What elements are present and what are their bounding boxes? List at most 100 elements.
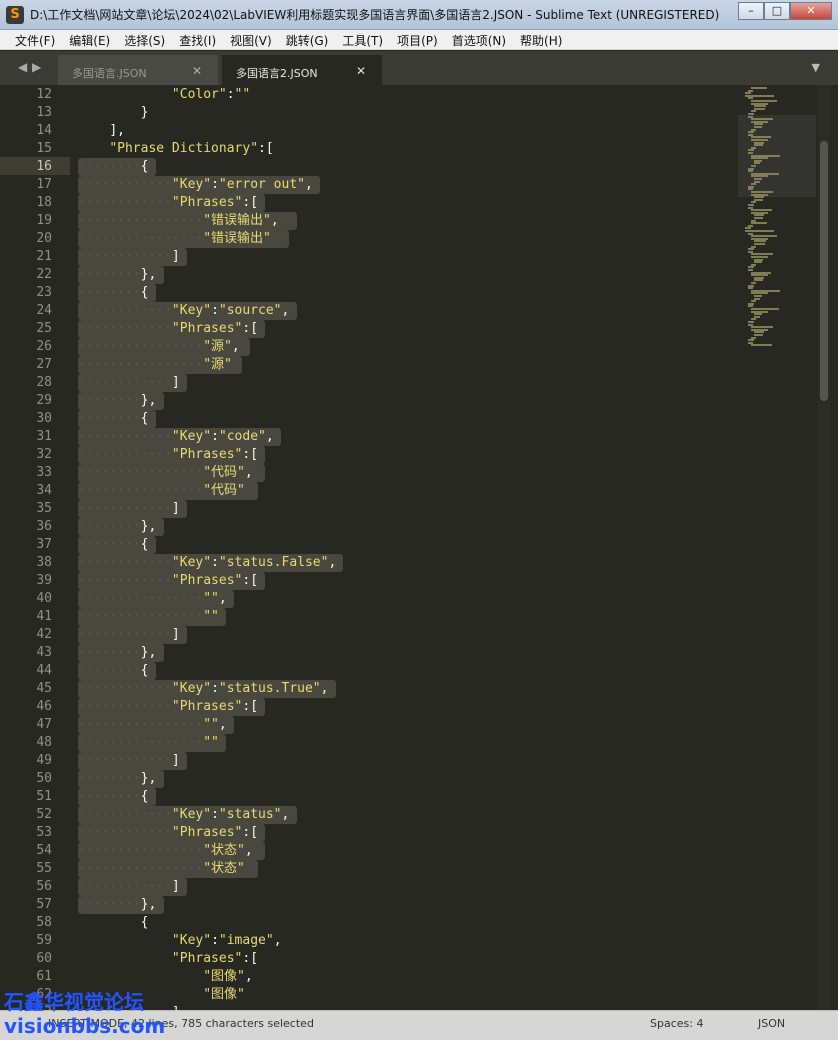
line-number: 21 [36, 249, 52, 264]
code-line[interactable]: "Phrases":[ [78, 950, 258, 968]
editor-area[interactable]: 12 13 14 15 16 17 18 19 20 21 22 23 24 25 26 27 28 29 30 31… [0, 85, 838, 1010]
code-line[interactable]: ········{ [78, 536, 148, 554]
punctuation-token: , [273, 933, 282, 948]
code-line[interactable]: ················"代码" [78, 482, 245, 500]
code-line[interactable]: ················"", [78, 590, 227, 608]
code-line[interactable]: ········{ [78, 788, 148, 806]
code-line[interactable]: ········}, [78, 392, 156, 410]
menu-item[interactable]: 视图(V) [223, 30, 279, 49]
syntax-selector[interactable]: JSON [758, 1017, 785, 1030]
line-number: 42 [36, 627, 52, 642]
code-line[interactable]: ········{ [78, 662, 148, 680]
minimap-line [751, 344, 772, 347]
code-line[interactable]: ················"", [78, 716, 227, 734]
code-line[interactable]: ········{ [78, 158, 148, 176]
code-line[interactable]: ········{ [78, 410, 148, 428]
menu-item[interactable]: 项目(P) [390, 30, 445, 49]
tab-close-icon[interactable]: ✕ [356, 64, 366, 78]
code-line[interactable]: ················"错误输出" [78, 230, 271, 248]
vertical-scrollbar[interactable] [818, 85, 830, 1010]
code-line[interactable]: ················"状态", [78, 842, 253, 860]
punctuation-token: }, [140, 897, 157, 912]
code-line[interactable]: ············] [78, 374, 180, 392]
code-line[interactable]: ············] [78, 878, 180, 896]
code-line[interactable]: { [78, 914, 149, 932]
maximize-icon[interactable]: □ [764, 2, 790, 20]
tab-prev-icon[interactable]: ◀ [18, 60, 27, 74]
indent-whitespace: ············ [78, 177, 172, 192]
code-line[interactable]: ········}, [78, 644, 156, 662]
code-line[interactable]: ················"源", [78, 338, 240, 356]
code-line[interactable]: ············] [78, 752, 180, 770]
string-token: "源" [203, 357, 232, 372]
punctuation-token: : [211, 681, 219, 696]
line-number: 45 [36, 681, 52, 696]
code-line[interactable]: ········}, [78, 518, 156, 536]
tab-multilang2-json[interactable]: 多国语言2.JSON ✕ [222, 55, 382, 85]
minimize-icon[interactable]: – [738, 2, 764, 20]
code-line[interactable]: "Phrase Dictionary":[ [78, 140, 273, 158]
code-line[interactable]: ············"Phrases":[ [78, 320, 258, 338]
code-line[interactable]: ················"" [78, 734, 219, 752]
code-line[interactable]: ············"Phrases":[ [78, 446, 258, 464]
menu-item[interactable]: 首选项(N) [445, 30, 513, 49]
menu-item[interactable]: 编辑(E) [62, 30, 117, 49]
menu-item[interactable]: 文件(F) [8, 30, 62, 49]
indent-whitespace: ················ [78, 213, 204, 228]
code-line[interactable]: "图像", [78, 968, 252, 986]
menu-item[interactable]: 跳转(G) [279, 30, 336, 49]
code-line[interactable]: ············"Key":"code", [78, 428, 274, 446]
menu-item[interactable]: 选择(S) [117, 30, 172, 49]
code-line[interactable]: ············] [78, 500, 180, 518]
string-token: "Color" [171, 87, 227, 102]
code-line[interactable]: ············"Key":"status.False", [78, 554, 336, 572]
menu-item[interactable]: 查找(I) [172, 30, 223, 49]
tab-list-dropdown-icon[interactable]: ▼ [812, 61, 820, 74]
code-line[interactable]: ············"Phrases":[ [78, 572, 258, 590]
code-line[interactable]: ················"代码", [78, 464, 253, 482]
code-line[interactable]: "Color":"" [78, 86, 250, 104]
watermark-url: visionbbs.com [4, 1014, 166, 1038]
close-window-icon[interactable]: ✕ [790, 2, 832, 20]
minimap[interactable] [738, 85, 816, 365]
code-line[interactable]: ············"Key":"status.True", [78, 680, 328, 698]
punctuation-token: :[ [242, 951, 259, 966]
code-line[interactable]: ············] [78, 626, 180, 644]
code-line[interactable]: ················"" [78, 608, 219, 626]
code-line[interactable]: ················"错误输出", [78, 212, 279, 230]
indentation-setting[interactable]: Spaces: 4 [650, 1017, 703, 1030]
indent-whitespace: ················ [78, 465, 204, 480]
sublime-app-icon[interactable]: S [6, 6, 24, 24]
code-line[interactable]: ············"Phrases":[ [78, 824, 258, 842]
code-line[interactable]: ], [78, 122, 125, 140]
line-number: 27 [36, 357, 52, 372]
punctuation-token: : [226, 87, 235, 102]
string-token: "Key" [171, 681, 212, 696]
code-line[interactable]: ················"源" [78, 356, 232, 374]
code-line[interactable]: ············] [78, 248, 180, 266]
punctuation-token: : [211, 177, 219, 192]
indent-whitespace: ········ [78, 393, 141, 408]
code-line[interactable]: ············"Key":"source", [78, 302, 289, 320]
code-line[interactable]: ········}, [78, 266, 156, 284]
code-line[interactable]: ········}, [78, 770, 156, 788]
code-line[interactable]: ············"Key":"error out", [78, 176, 313, 194]
scrollbar-thumb[interactable] [820, 141, 828, 401]
code-line[interactable]: ············"Phrases":[ [78, 698, 258, 716]
indent-whitespace: ········ [78, 897, 141, 912]
menu-item[interactable]: 工具(T) [335, 30, 390, 49]
code-line[interactable]: ················"状态" [78, 860, 245, 878]
tab-multilang-json[interactable]: 多国语言.JSON ✕ [58, 55, 218, 85]
code-line[interactable]: "Key":"image", [78, 932, 282, 950]
code-line[interactable]: ········{ [78, 284, 148, 302]
code-line[interactable]: } [78, 104, 149, 122]
code-line[interactable]: ············"Key":"status", [78, 806, 289, 824]
punctuation-token: }, [140, 519, 157, 534]
tab-close-icon[interactable]: ✕ [192, 64, 202, 78]
code-line[interactable]: ········}, [78, 896, 156, 914]
string-token: "Key" [171, 807, 212, 822]
tab-next-icon[interactable]: ▶ [32, 60, 41, 74]
code-line[interactable]: ············"Phrases":[ [78, 194, 258, 212]
menu-item[interactable]: 帮助(H) [513, 30, 569, 49]
